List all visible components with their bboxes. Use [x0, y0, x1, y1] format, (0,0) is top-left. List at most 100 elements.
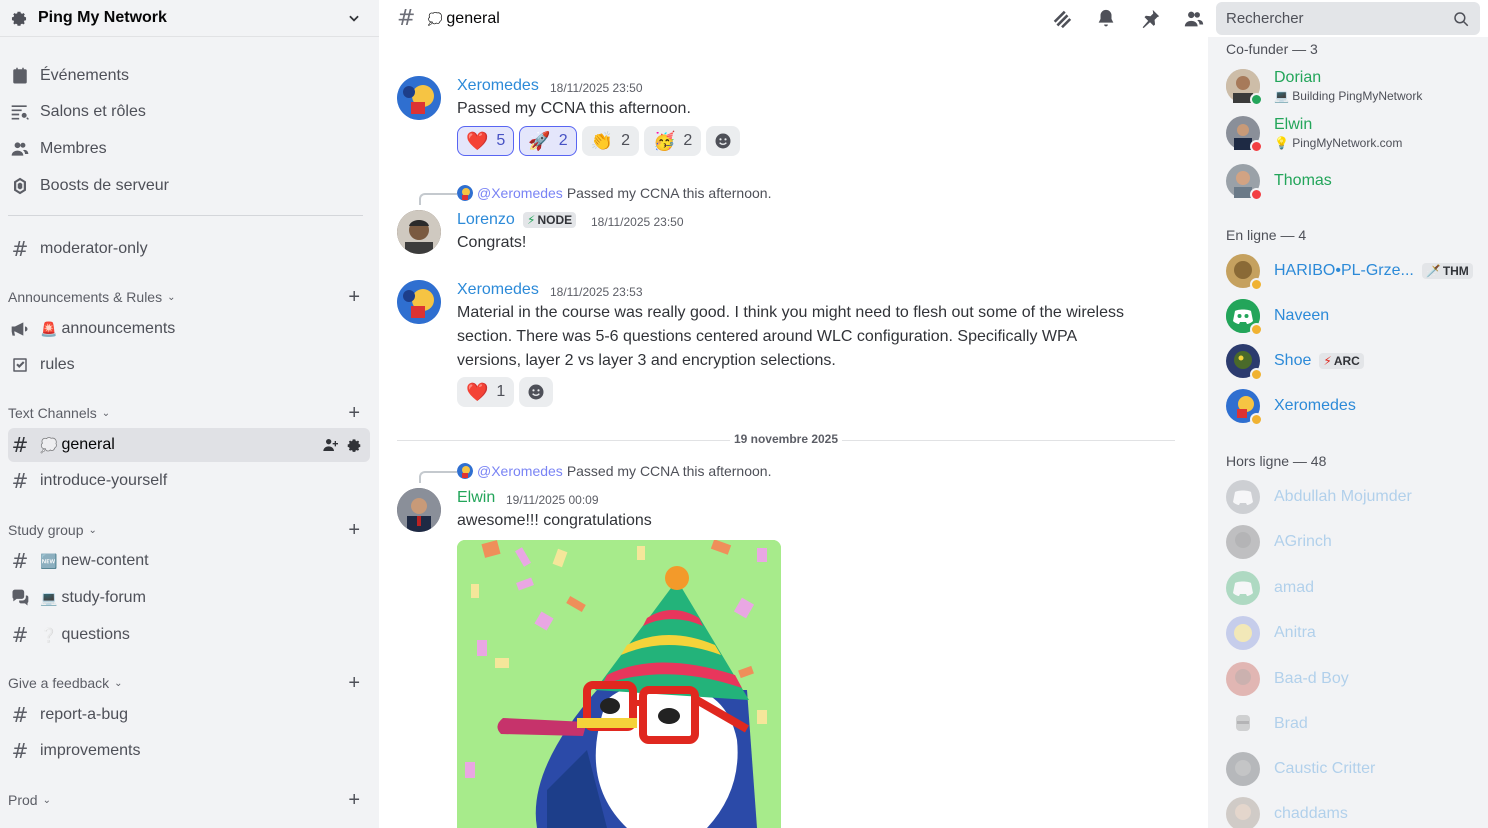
smiley-icon: [715, 133, 731, 149]
member-haribo[interactable]: HARIBO•PL-Grze... 🗡️ THM: [1226, 250, 1486, 292]
channel-general[interactable]: # 💭 general: [8, 428, 370, 462]
member-caustic-critter[interactable]: Caustic Critter: [1226, 748, 1486, 790]
channel-moderator-only[interactable]: # moderator-only: [8, 232, 370, 266]
channel-introduce-yourself[interactable]: # introduce-yourself: [8, 464, 370, 498]
avatar-elwin[interactable]: [397, 488, 441, 532]
avatar-lorenzo[interactable]: [397, 210, 441, 254]
channel-questions[interactable]: # ❔ questions: [8, 618, 370, 652]
search-box[interactable]: [1216, 2, 1480, 35]
reply-preview[interactable]: @Xeromedes Passed my CCNA this afternoon…: [457, 463, 771, 479]
category-prod[interactable]: Prod ⌄ +: [8, 790, 363, 810]
member-chaddams[interactable]: chaddams: [1226, 793, 1486, 828]
avatar-xeromedes[interactable]: [397, 280, 441, 324]
sidebar-item-boosts[interactable]: Boosts de serveur: [8, 169, 370, 203]
sidebar-item-events[interactable]: Événements: [8, 59, 370, 93]
add-channel-button[interactable]: +: [348, 673, 360, 693]
threads-icon[interactable]: [1051, 8, 1073, 30]
sidebar-item-channels-roles[interactable]: Salons et rôles: [8, 95, 370, 129]
avatar: [1226, 480, 1260, 514]
gear-icon[interactable]: [346, 437, 362, 453]
lightning-emoji: ⚡: [527, 213, 536, 227]
sidebar-divider: [8, 215, 363, 216]
role-tag: ⚡ NODE: [523, 212, 577, 228]
date-divider: 19 novembre 2025: [397, 432, 1175, 446]
member-brad[interactable]: Brad: [1226, 703, 1486, 745]
channel-rules[interactable]: rules: [8, 348, 370, 382]
add-reaction-button[interactable]: [519, 377, 554, 407]
member-dorian[interactable]: Dorian 💻 Building PingMyNetwork: [1226, 65, 1486, 107]
idle-status-icon: [1250, 278, 1263, 291]
add-channel-button[interactable]: +: [348, 790, 360, 810]
channel-report-a-bug[interactable]: # report-a-bug: [8, 698, 370, 732]
hash-icon: #: [11, 433, 29, 457]
category-give-a-feedback[interactable]: Give a feedback ⌄ +: [8, 673, 363, 693]
message-author[interactable]: Xeromedes: [457, 77, 539, 95]
avatar: [1226, 571, 1260, 605]
member-name: Baa-d Boy: [1274, 670, 1349, 687]
invite-icon[interactable]: [322, 437, 338, 453]
member-baa-d-boy[interactable]: Baa-d Boy: [1226, 658, 1486, 700]
member-xeromedes[interactable]: Xeromedes: [1226, 385, 1486, 427]
message-timestamp: 18/11/2025 23:53: [550, 285, 643, 299]
section-header-online: En ligne — 4: [1226, 227, 1307, 243]
message-text-line: section. There was 5-6 questions centere…: [457, 328, 1078, 345]
reaction-party[interactable]: 🥳 2: [643, 126, 702, 156]
category-text-channels[interactable]: Text Channels ⌄ +: [8, 403, 363, 423]
category-study-group[interactable]: Study group ⌄ +: [8, 520, 363, 540]
custom-status-text: Building PingMyNetwork: [1292, 89, 1423, 103]
channel-new-content[interactable]: # 🆕 new-content: [8, 544, 370, 578]
member-elwin[interactable]: Elwin 💡 PingMyNetwork.com: [1226, 112, 1486, 154]
sidebar-item-label: Membres: [40, 140, 107, 157]
add-channel-button[interactable]: +: [348, 403, 360, 423]
member-list: Co-funder — 3 Dorian 💻 Building PingMyNe…: [1208, 37, 1488, 828]
member-shoe[interactable]: Shoe ⚡ ARC: [1226, 340, 1486, 382]
avatar: [1226, 254, 1263, 291]
idle-status-icon: [1250, 323, 1263, 336]
channel-label: report-a-bug: [40, 706, 129, 723]
category-announcements-rules[interactable]: Announcements & Rules ⌄ +: [8, 287, 363, 307]
member-name: HARIBO•PL-Grze...: [1274, 262, 1414, 279]
reaction-bar: ❤️ 5 🚀 2 👏 2 🥳 2: [457, 126, 741, 156]
bell-icon[interactable]: [1095, 8, 1117, 30]
forum-icon: [10, 588, 30, 608]
category-label: Announcements & Rules: [8, 289, 163, 305]
message-author[interactable]: Lorenzo: [457, 211, 515, 229]
member-name: Thomas: [1274, 172, 1332, 189]
member-naveen[interactable]: Naveen: [1226, 295, 1486, 337]
member-amad[interactable]: amad: [1226, 567, 1486, 609]
message-text: Passed my CCNA this afternoon.: [457, 100, 691, 117]
channel-announcements[interactable]: 🚨 announcements: [8, 312, 370, 346]
category-label: Text Channels: [8, 405, 97, 421]
member-thomas[interactable]: Thomas: [1226, 160, 1486, 202]
role-tag: ⚡ ARC: [1319, 353, 1364, 369]
sidebar-item-members[interactable]: Membres: [8, 132, 370, 166]
member-list-icon[interactable]: [1183, 8, 1205, 30]
member-abdullah[interactable]: Abdullah Mojumder: [1226, 476, 1486, 518]
reaction-clap[interactable]: 👏 2: [581, 126, 639, 156]
server-header[interactable]: Ping My Network: [0, 0, 379, 37]
reaction-heart[interactable]: ❤️ 5: [457, 126, 515, 156]
member-name: Anitra: [1274, 624, 1316, 641]
pin-icon[interactable]: [1139, 8, 1161, 30]
avatar-xeromedes[interactable]: [397, 76, 441, 120]
rocket-emoji: 🚀: [528, 131, 551, 151]
message-author[interactable]: Elwin: [457, 489, 495, 507]
reaction-count: 5: [496, 132, 506, 149]
avatar: [1226, 797, 1260, 828]
add-channel-button[interactable]: +: [348, 287, 360, 307]
search-input[interactable]: [1226, 10, 1452, 27]
member-agrinch[interactable]: AGrinch: [1226, 521, 1486, 563]
channel-label: rules: [40, 356, 75, 373]
category-label: Prod: [8, 792, 38, 808]
hash-icon: #: [11, 703, 29, 727]
channel-study-forum[interactable]: 💻 study-forum: [8, 581, 370, 615]
add-channel-button[interactable]: +: [348, 520, 360, 540]
add-reaction-button[interactable]: [706, 126, 741, 156]
reaction-rocket[interactable]: 🚀 2: [519, 126, 577, 156]
message-author[interactable]: Xeromedes: [457, 281, 539, 299]
channel-improvements[interactable]: # improvements: [8, 734, 370, 768]
member-anitra[interactable]: Anitra: [1226, 612, 1486, 654]
reply-preview[interactable]: @Xeromedes Passed my CCNA this afternoon…: [457, 185, 771, 201]
gif-attachment[interactable]: [457, 540, 781, 828]
reaction-heart[interactable]: ❤️ 1: [457, 377, 515, 407]
